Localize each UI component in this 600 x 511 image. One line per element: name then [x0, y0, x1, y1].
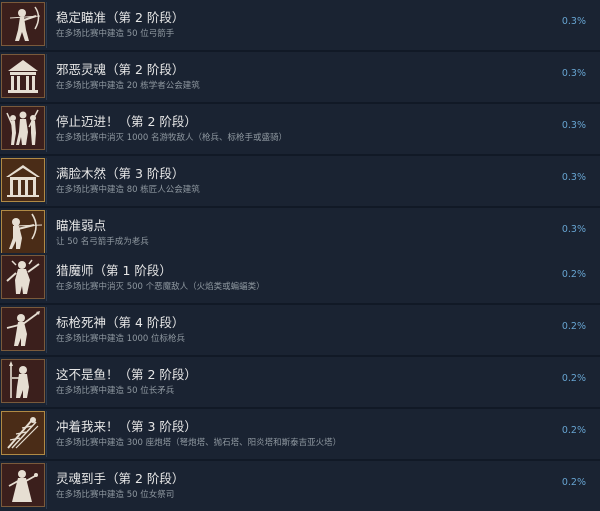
- achievement-row[interactable]: 停止迈进！（第 2 阶段） 在多场比赛中消灭 1000 名游牧敌人（枪兵、标枪手…: [0, 104, 600, 154]
- row-divider: [46, 158, 47, 204]
- achievement-row[interactable]: 灵魂到手（第 2 阶段） 在多场比赛中建造 50 位女祭司 0.2%: [0, 461, 600, 511]
- achievement-row[interactable]: 稳定瞄准（第 2 阶段） 在多场比赛中建造 50 位弓箭手 0.3%: [0, 0, 600, 50]
- row-divider: [46, 359, 47, 405]
- achievement-row[interactable]: 冲着我来！（第 3 阶段） 在多场比赛中建造 300 座炮塔（弩炮塔、抛石塔、阳…: [0, 409, 600, 459]
- achievement-description: 在多场比赛中建造 300 座炮塔（弩炮塔、抛石塔、阳炎塔和斯泰吉亚火塔）: [56, 438, 342, 448]
- achievement-description: 在多场比赛中建造 80 栋匠人公会建筑: [56, 185, 200, 195]
- achievement-title: 停止迈进！（第 2 阶段）: [56, 114, 197, 129]
- achievement-description: 在多场比赛中建造 20 栋学者公会建筑: [56, 81, 200, 91]
- workshop-building-icon: [1, 158, 45, 202]
- achievement-row[interactable]: 猎魔师（第 1 阶段） 在多场比赛中消灭 500 个恶魔敌人（火焰类或蝙蝠类） …: [0, 253, 600, 303]
- achievement-description: 在多场比赛中消灭 500 个恶魔敌人（火焰类或蝙蝠类）: [56, 282, 265, 292]
- achievement-percent: 0.3%: [561, 16, 586, 27]
- achievement-percent: 0.2%: [561, 269, 586, 280]
- row-divider: [46, 307, 47, 353]
- archer-drawing-bow-icon: [1, 210, 45, 254]
- achievement-percent: 0.2%: [561, 425, 586, 436]
- achievement-percent: 0.3%: [561, 172, 586, 183]
- archer-aiming-icon: [1, 2, 45, 46]
- achievement-row[interactable]: 标枪死神（第 4 阶段） 在多场比赛中建造 1000 位标枪兵 0.2%: [0, 305, 600, 355]
- achievement-percent: 0.2%: [561, 321, 586, 332]
- row-divider: [46, 411, 47, 457]
- achievement-title: 猎魔师（第 1 阶段）: [56, 263, 172, 278]
- achievement-description: 在多场比赛中建造 1000 位标枪兵: [56, 334, 186, 344]
- row-divider: [46, 2, 47, 48]
- achievement-title: 标枪死神（第 4 阶段）: [56, 315, 185, 330]
- row-divider: [46, 255, 47, 301]
- achievement-description: 在多场比赛中消灭 1000 名游牧敌人（枪兵、标枪手或盛骑）: [56, 133, 288, 143]
- towers-attack-icon: [1, 411, 45, 455]
- academy-building-icon: [1, 54, 45, 98]
- achievement-title: 邪恶灵魂（第 2 阶段）: [56, 62, 185, 77]
- achievement-title: 稳定瞄准（第 2 阶段）: [56, 10, 185, 25]
- achievement-description: 让 50 名弓箭手成为老兵: [56, 237, 149, 247]
- achievement-description: 在多场比赛中建造 50 位女祭司: [56, 490, 175, 500]
- spearman-icon: [1, 359, 45, 403]
- warriors-group-icon: [1, 106, 45, 150]
- achievement-percent: 0.2%: [561, 477, 586, 488]
- achievement-percent: 0.2%: [561, 373, 586, 384]
- achievement-list: 稳定瞄准（第 2 阶段） 在多场比赛中建造 50 位弓箭手 0.3% 邪恶灵魂（…: [0, 0, 600, 511]
- achievement-percent: 0.3%: [561, 68, 586, 79]
- row-divider: [46, 210, 47, 256]
- achievement-title: 冲着我来！（第 3 阶段）: [56, 419, 197, 434]
- row-divider: [46, 463, 47, 509]
- row-divider: [46, 54, 47, 100]
- achievement-row[interactable]: 瞄准弱点 让 50 名弓箭手成为老兵 0.3%: [0, 208, 600, 258]
- achievement-row[interactable]: 邪恶灵魂（第 2 阶段） 在多场比赛中建造 20 栋学者公会建筑 0.3%: [0, 52, 600, 102]
- achievement-row[interactable]: 满脸木然（第 3 阶段） 在多场比赛中建造 80 栋匠人公会建筑 0.3%: [0, 156, 600, 206]
- achievement-title: 满脸木然（第 3 阶段）: [56, 166, 185, 181]
- achievement-title: 灵魂到手（第 2 阶段）: [56, 471, 185, 486]
- achievement-row[interactable]: 这不是鱼！（第 2 阶段） 在多场比赛中建造 50 位长矛兵 0.2%: [0, 357, 600, 407]
- priestess-icon: [1, 463, 45, 507]
- achievement-percent: 0.3%: [561, 120, 586, 131]
- javelin-thrower-icon: [1, 307, 45, 351]
- achievement-percent: 0.3%: [561, 224, 586, 235]
- row-divider: [46, 106, 47, 152]
- achievement-description: 在多场比赛中建造 50 位长矛兵: [56, 386, 175, 396]
- achievement-title: 瞄准弱点: [56, 218, 107, 233]
- achievement-title: 这不是鱼！（第 2 阶段）: [56, 367, 197, 382]
- demon-hunter-icon: [1, 255, 45, 299]
- achievement-description: 在多场比赛中建造 50 位弓箭手: [56, 29, 175, 39]
